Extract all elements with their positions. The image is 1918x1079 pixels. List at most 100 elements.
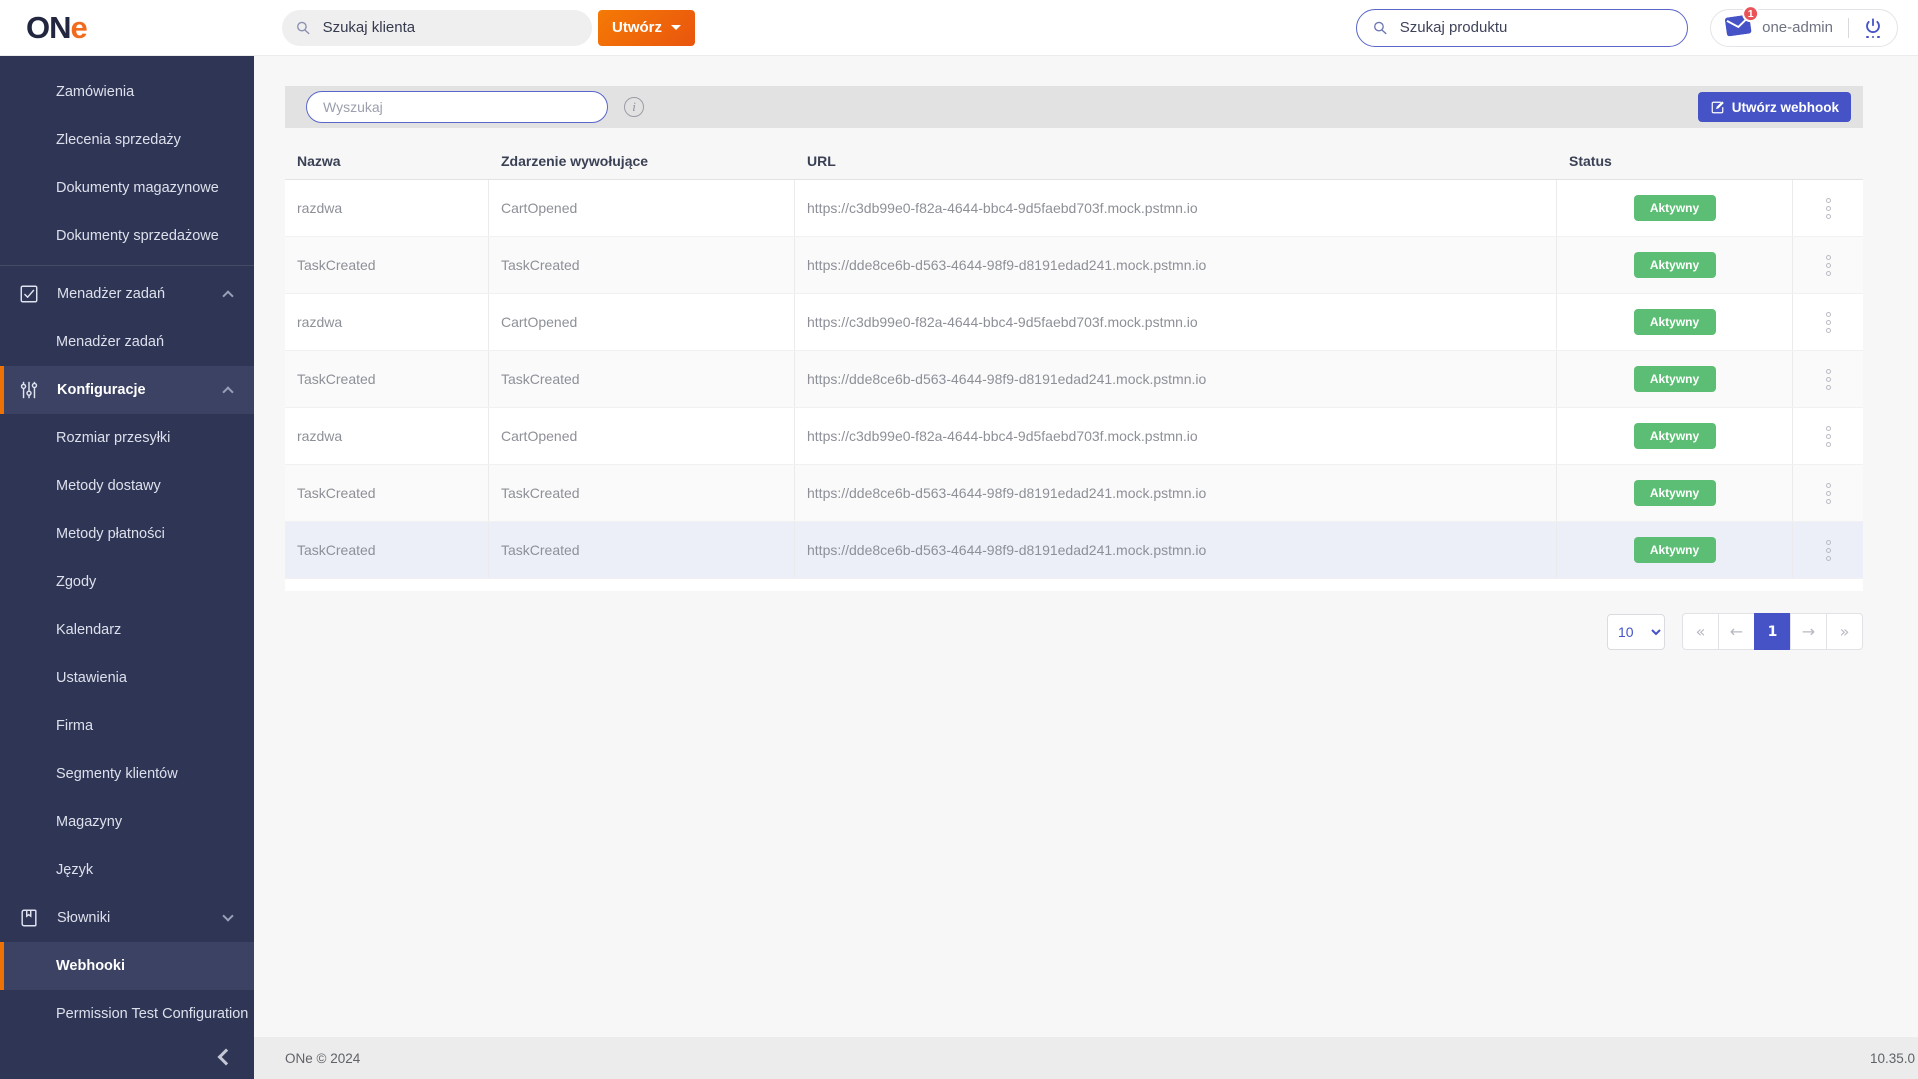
sidebar-item-firma[interactable]: Firma: [0, 702, 254, 750]
sidebar-item-segmenty-klientów[interactable]: Segmenty klientów: [0, 750, 254, 798]
sidebar-item-menadżer-zadań[interactable]: Menadżer zadań: [0, 270, 254, 318]
sidebar-item-zgody[interactable]: Zgody: [0, 558, 254, 606]
search-icon: [1374, 21, 1387, 34]
table-row[interactable]: TaskCreated TaskCreated https://dde8ce6b…: [285, 465, 1863, 522]
sidebar-item-label: Konfiguracje: [57, 382, 146, 398]
sidebar-item-permission-test-configuration[interactable]: Permission Test Configuration: [0, 990, 254, 1038]
table-row[interactable]: razdwa CartOpened https://c3db99e0-f82a-…: [285, 180, 1863, 237]
sidebar-collapse-icon[interactable]: [217, 1048, 235, 1066]
row-actions-kebab-icon[interactable]: [1820, 192, 1837, 225]
column-header-status: Status: [1569, 152, 1612, 169]
cell-url: https://c3db99e0-f82a-4644-bbc4-9d5faebd…: [795, 408, 1557, 464]
mail-icon[interactable]: 1: [1725, 4, 1760, 41]
table-row[interactable]: razdwa CartOpened https://c3db99e0-f82a-…: [285, 408, 1863, 465]
sidebar-item-label: Zamówienia: [56, 84, 135, 100]
sidebar-item-język[interactable]: Język: [0, 846, 254, 894]
create-button[interactable]: Utwórz: [598, 9, 695, 46]
user-menu[interactable]: 1 one-admin: [1710, 4, 1898, 47]
sidebar-item-label: Język: [56, 862, 94, 878]
status-badge[interactable]: Aktywny: [1633, 309, 1716, 335]
cell-event: CartOpened: [489, 294, 795, 350]
chevron-icon: [222, 290, 234, 302]
previous-page-button[interactable]: ←: [1718, 613, 1755, 650]
sidebar-item-menadżer-zadań[interactable]: Menadżer zadań: [0, 318, 254, 366]
caret-down-icon: [671, 25, 681, 30]
sidebar-item-ustawienia[interactable]: Ustawienia: [0, 654, 254, 702]
search-client-input[interactable]: [320, 18, 578, 37]
footer: ONe © 2024 10.35.0: [254, 1037, 1918, 1079]
row-actions-kebab-icon[interactable]: [1820, 363, 1837, 396]
cell-actions: [1793, 294, 1863, 350]
cell-actions: [1793, 522, 1863, 578]
cell-status: Aktywny: [1557, 294, 1793, 350]
task-manager-icon: [20, 285, 38, 303]
first-page-button[interactable]: «: [1682, 613, 1719, 650]
create-webhook-button[interactable]: Utwórz webhook: [1697, 92, 1851, 122]
sidebar-item-konfiguracje[interactable]: Konfiguracje: [0, 366, 254, 414]
sidebar-item-magazyny[interactable]: Magazyny: [0, 798, 254, 846]
sidebar-item-dokumenty-magazynowe[interactable]: Dokumenty magazynowe: [0, 164, 254, 212]
user-name: one-admin: [1762, 19, 1833, 36]
sidebar-item-label: Menadżer zadań: [56, 334, 165, 350]
status-badge[interactable]: Aktywny: [1633, 195, 1716, 221]
sidebar-item-słowniki[interactable]: Słowniki: [0, 894, 254, 942]
search-product-input[interactable]: [1397, 18, 1672, 37]
sidebar-item-label: Dokumenty magazynowe: [56, 180, 219, 196]
sidebar: Zamówienia Zlecenia sprzedaży Dokumenty …: [0, 56, 254, 1079]
webhook-search-input[interactable]: [306, 91, 608, 123]
row-actions-kebab-icon[interactable]: [1820, 477, 1837, 510]
search-icon: [297, 21, 310, 34]
sidebar-item-dokumenty-sprzedażowe[interactable]: Dokumenty sprzedażowe: [0, 212, 254, 260]
status-badge[interactable]: Aktywny: [1633, 480, 1716, 506]
sidebar-item-label: Dokumenty sprzedażowe: [56, 228, 219, 244]
table-row[interactable]: TaskCreated TaskCreated https://dde8ce6b…: [285, 237, 1863, 294]
sidebar-item-label: Ustawienia: [56, 670, 127, 686]
sidebar-item-label: Zgody: [56, 574, 97, 590]
cell-url: https://dde8ce6b-d563-4644-98f9-d8191eda…: [795, 522, 1557, 578]
row-actions-kebab-icon[interactable]: [1820, 534, 1837, 567]
cell-actions: [1793, 465, 1863, 521]
cell-event: TaskCreated: [489, 237, 795, 293]
sidebar-item-kalendarz[interactable]: Kalendarz: [0, 606, 254, 654]
cell-status: Aktywny: [1557, 522, 1793, 578]
row-actions-kebab-icon[interactable]: [1820, 306, 1837, 339]
sidebar-item-label: Rozmiar przesyłki: [56, 430, 171, 446]
sidebar-item-webhooki[interactable]: Webhooki: [0, 942, 254, 990]
sidebar-item-metody-płatności[interactable]: Metody płatności: [0, 510, 254, 558]
cell-event: TaskCreated: [489, 465, 795, 521]
table-row[interactable]: razdwa CartOpened https://c3db99e0-f82a-…: [285, 294, 1863, 351]
status-badge[interactable]: Aktywny: [1633, 366, 1716, 392]
page-size-select[interactable]: 10: [1607, 613, 1665, 650]
table-header: Nazwa Zdarzenie wywołujące URL Status: [285, 142, 1863, 180]
cell-url: https://c3db99e0-f82a-4644-bbc4-9d5faebd…: [795, 180, 1557, 236]
page-1-button[interactable]: 1: [1754, 613, 1791, 650]
cell-name: TaskCreated: [285, 465, 489, 521]
info-icon[interactable]: i: [624, 97, 644, 117]
cell-url: https://dde8ce6b-d563-4644-98f9-d8191eda…: [795, 465, 1557, 521]
last-page-button[interactable]: »: [1826, 613, 1863, 650]
app-logo[interactable]: ONe: [0, 10, 254, 46]
cell-name: razdwa: [285, 408, 489, 464]
next-page-button[interactable]: →: [1790, 613, 1827, 650]
logo-text-e: e: [70, 9, 88, 45]
sidebar-item-label: Metody płatności: [56, 526, 165, 542]
cell-actions: [1793, 237, 1863, 293]
row-actions-kebab-icon[interactable]: [1820, 420, 1837, 453]
logout-power-icon[interactable]: [1864, 17, 1882, 39]
row-actions-kebab-icon[interactable]: [1820, 249, 1837, 282]
sidebar-item-rozmiar-przesyłki[interactable]: Rozmiar przesyłki: [0, 414, 254, 462]
sidebar-item-zlecenia-sprzedaży[interactable]: Zlecenia sprzedaży: [0, 116, 254, 164]
sidebar-item-label: Metody dostawy: [56, 478, 161, 494]
table-body: razdwa CartOpened https://c3db99e0-f82a-…: [285, 180, 1863, 579]
status-badge[interactable]: Aktywny: [1633, 423, 1716, 449]
sidebar-item-metody-dostawy[interactable]: Metody dostawy: [0, 462, 254, 510]
status-badge[interactable]: Aktywny: [1633, 252, 1716, 278]
status-badge[interactable]: Aktywny: [1633, 537, 1716, 563]
table-row[interactable]: TaskCreated TaskCreated https://dde8ce6b…: [285, 351, 1863, 408]
cell-name: TaskCreated: [285, 351, 489, 407]
horizontal-scrollbar-track[interactable]: [285, 579, 1863, 591]
cell-status: Aktywny: [1557, 237, 1793, 293]
product-search-box: [1356, 8, 1689, 47]
table-row[interactable]: TaskCreated TaskCreated https://dde8ce6b…: [285, 522, 1863, 579]
sidebar-item-zamówienia[interactable]: Zamówienia: [0, 68, 254, 116]
